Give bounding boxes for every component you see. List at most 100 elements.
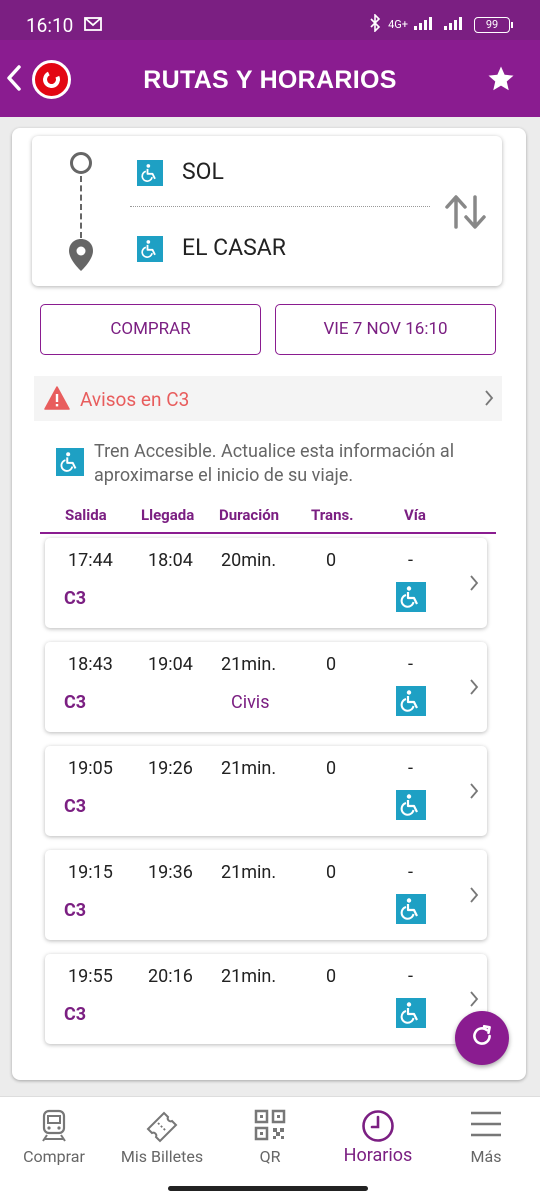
signal-icon (414, 16, 438, 33)
buy-button[interactable]: COMPRAR (40, 304, 261, 355)
trip-platform: - (408, 758, 413, 779)
trip-arrival: 19:04 (148, 654, 193, 675)
trip-row[interactable]: 18:43 19:04 21min. 0 - C3 Civis (45, 642, 487, 732)
train-icon (0, 1109, 108, 1143)
trip-departure: 19:55 (68, 966, 113, 987)
origin-marker-icon (70, 152, 92, 174)
trip-departure: 17:44 (68, 550, 113, 571)
battery-level: 99 (485, 17, 499, 31)
battery-icon: 99 (474, 16, 513, 33)
trip-line: C3 (64, 588, 87, 609)
trip-transfers: 0 (326, 966, 337, 987)
chevron-right-icon (469, 990, 479, 1012)
trip-arrival: 19:36 (148, 862, 193, 883)
wheelchair-icon (396, 582, 426, 612)
destination-station[interactable]: EL CASAR (182, 234, 286, 261)
star-icon[interactable] (486, 64, 516, 98)
route-connector (80, 176, 82, 238)
chevron-right-icon (469, 574, 479, 596)
column-header-transfers: Trans. (311, 506, 354, 524)
trip-row[interactable]: 19:15 19:36 21min. 0 - C3 (45, 850, 487, 940)
wheelchair-icon (396, 894, 426, 924)
trip-departure: 18:43 (68, 654, 113, 675)
wheelchair-icon (396, 998, 426, 1028)
divider (130, 206, 430, 207)
trip-departure: 19:15 (68, 862, 113, 883)
column-header-departure: Salida (65, 506, 107, 524)
route-card: SOL EL CASAR (32, 136, 502, 286)
trip-duration: 21min. (221, 654, 277, 675)
trip-duration: 21min. (221, 966, 277, 987)
wheelchair-icon (137, 160, 163, 186)
chevron-right-icon (469, 782, 479, 804)
trip-duration: 21min. (221, 758, 277, 779)
clock-icon (324, 1109, 432, 1143)
signal-icon-2 (444, 16, 468, 33)
trip-transfers: 0 (326, 550, 337, 571)
trip-row[interactable]: 19:55 20:16 21min. 0 - C3 (45, 954, 487, 1044)
trip-duration: 21min. (221, 862, 277, 883)
home-indicator (168, 1186, 368, 1191)
tab-label: Más (470, 1147, 502, 1166)
trip-row[interactable]: 19:05 19:26 21min. 0 - C3 (45, 746, 487, 836)
tab-mas[interactable]: Más (432, 1097, 540, 1177)
status-indicators: 4G+ 99 (368, 13, 513, 35)
trip-transfers: 0 (326, 654, 337, 675)
column-header-platform: Vía (404, 506, 426, 524)
trip-transfers: 0 (326, 758, 337, 779)
origin-station[interactable]: SOL (182, 158, 224, 185)
wheelchair-icon (137, 236, 163, 262)
trip-line: C3 (64, 796, 87, 817)
tab-qr[interactable]: QR (216, 1097, 324, 1177)
chevron-right-icon (469, 678, 479, 700)
header-divider (40, 532, 496, 534)
mail-icon (84, 16, 102, 35)
trip-row[interactable]: 17:44 18:04 20min. 0 - C3 (45, 538, 487, 628)
column-header-arrival: Llegada (141, 506, 195, 524)
trip-platform: - (408, 966, 413, 987)
timetable-panel: SOL EL CASAR COMPRAR VIE 7 NOV 16:10 Avi… (12, 128, 526, 1080)
qr-code-icon (216, 1109, 324, 1141)
trip-line: C3 (64, 692, 87, 713)
refresh-icon (469, 1023, 495, 1053)
trip-transfers: 0 (326, 862, 337, 883)
network-type: 4G+ (388, 18, 408, 31)
status-bar: 16:10 4G+ 99 (0, 0, 540, 40)
trip-arrival: 19:26 (148, 758, 193, 779)
trip-line: C3 (64, 900, 87, 921)
page-title: RUTAS Y HORARIOS (143, 66, 397, 94)
chevron-right-icon (469, 886, 479, 908)
trip-line: C3 (64, 1004, 87, 1025)
alerts-banner[interactable]: Avisos en C3 (34, 376, 502, 421)
location-pin-icon (68, 238, 94, 276)
tab-label: Comprar (23, 1147, 85, 1166)
date-picker-button[interactable]: VIE 7 NOV 16:10 (275, 304, 496, 355)
tab-label: QR (259, 1147, 281, 1166)
status-time: 16:10 (26, 14, 74, 37)
trip-duration: 20min. (221, 550, 277, 571)
wheelchair-icon (396, 790, 426, 820)
trip-departure: 19:05 (68, 758, 113, 779)
trip-platform: - (408, 550, 413, 571)
tab-label: Mis Billetes (120, 1147, 204, 1166)
accessibility-note: Tren Accesible. Actualice esta informaci… (94, 441, 455, 486)
tab-comprar[interactable]: Comprar (0, 1097, 108, 1177)
trip-arrival: 20:16 (148, 966, 193, 987)
warning-icon (44, 386, 70, 414)
bluetooth-icon (368, 13, 382, 35)
trip-platform: - (408, 862, 413, 883)
refresh-button[interactable] (455, 1011, 509, 1065)
chevron-right-icon (484, 389, 494, 411)
tab-horarios[interactable]: Horarios (324, 1097, 432, 1177)
wheelchair-icon (56, 448, 84, 476)
alerts-label: Avisos en C3 (80, 388, 190, 411)
trip-train-model: Civis (231, 692, 270, 713)
trip-arrival: 18:04 (148, 550, 193, 571)
app-header: RUTAS Y HORARIOS (0, 40, 540, 117)
tab-label: Horarios (343, 1145, 413, 1166)
tab-mis-billetes[interactable]: Mis Billetes (108, 1097, 216, 1177)
ticket-icon (108, 1109, 216, 1143)
swap-stations-icon[interactable] (444, 194, 488, 234)
wheelchair-icon (396, 686, 426, 716)
bottom-navigation: Comprar Mis Billetes QR Horarios Más (0, 1096, 540, 1200)
